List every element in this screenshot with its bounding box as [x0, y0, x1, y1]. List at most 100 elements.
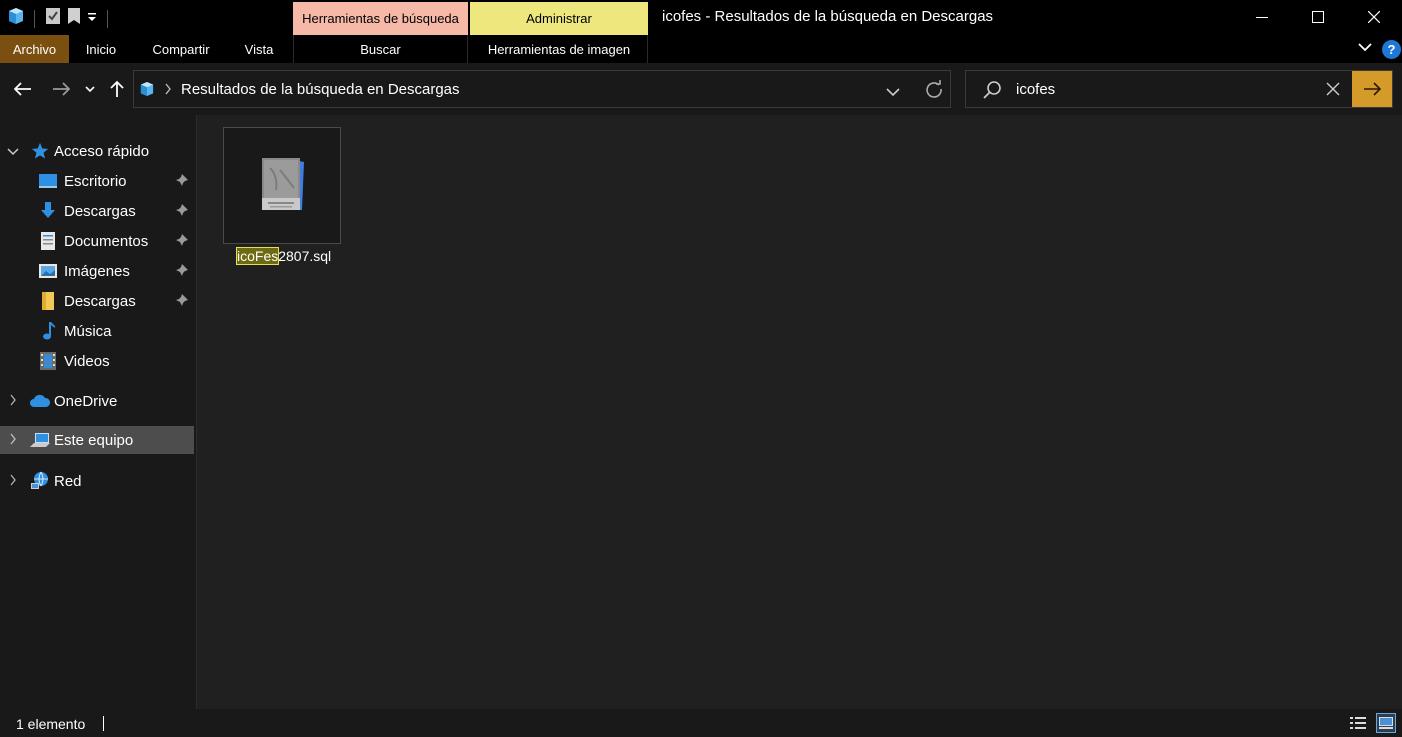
- close-icon: [1368, 10, 1380, 23]
- tab-home[interactable]: Inicio: [78, 35, 124, 63]
- refresh-button[interactable]: [925, 80, 943, 103]
- downloads-icon: [39, 202, 57, 220]
- breadcrumb-chevron-icon[interactable]: [164, 82, 172, 100]
- large-icons-view-button[interactable]: [1376, 713, 1396, 733]
- tab-share[interactable]: Compartir: [143, 35, 219, 63]
- pin-icon[interactable]: [176, 203, 188, 219]
- sidebar-item-label: Videos: [64, 352, 110, 370]
- arrow-right-icon: [1364, 82, 1381, 96]
- chevron-down-icon: [85, 86, 95, 93]
- search-icon: [982, 80, 1002, 105]
- file-name-rest: 2807.sql: [278, 248, 332, 264]
- search-results-location-icon: [140, 81, 154, 102]
- sidebar-item-videos[interactable]: Videos: [0, 347, 194, 375]
- maximize-icon: [1312, 10, 1324, 23]
- manage-context-tab[interactable]: Administrar: [470, 2, 648, 35]
- sql-file-icon: [258, 156, 308, 219]
- details-view-button[interactable]: [1348, 713, 1368, 733]
- chevron-down-icon: [886, 88, 900, 97]
- sidebar-item-label: Descargas: [64, 292, 136, 310]
- sidebar-item-label: Música: [64, 322, 112, 340]
- chevron-right-icon[interactable]: [6, 432, 20, 448]
- window-title: icofes - Resultados de la búsqueda en De…: [662, 8, 994, 25]
- status-divider: [103, 716, 104, 731]
- search-box[interactable]: icofes: [965, 70, 1393, 108]
- sidebar-item-onedrive[interactable]: OneDrive: [0, 387, 194, 415]
- help-button[interactable]: ?: [1382, 40, 1401, 59]
- search-input[interactable]: icofes: [1016, 81, 1055, 98]
- close-icon: [1326, 82, 1340, 96]
- desktop-icon: [39, 172, 57, 190]
- pictures-icon: [39, 262, 57, 280]
- properties-icon[interactable]: [45, 7, 61, 30]
- breadcrumb-location[interactable]: Resultados de la búsqueda en Descargas: [181, 81, 460, 98]
- cloud-icon: [29, 392, 51, 410]
- chevron-down-icon[interactable]: [6, 143, 20, 159]
- pin-icon[interactable]: [176, 293, 188, 309]
- customize-toolbar-icon[interactable]: [87, 10, 97, 28]
- sidebar-item-quick-access[interactable]: Acceso rápido: [0, 137, 194, 165]
- sidebar-item-downloads-folder[interactable]: Descargas: [0, 287, 194, 315]
- large-icons-view-icon: [1379, 717, 1393, 729]
- music-icon: [39, 322, 57, 340]
- sidebar-item-this-pc[interactable]: Este equipo: [0, 426, 194, 454]
- clear-search-button[interactable]: [1326, 82, 1340, 101]
- close-button[interactable]: [1346, 0, 1402, 33]
- tab-view[interactable]: Vista: [236, 35, 282, 63]
- title-bar: Herramientas de búsqueda Administrar ico…: [0, 0, 1402, 35]
- chevron-right-icon[interactable]: [6, 473, 20, 489]
- status-bar: 1 elemento: [0, 709, 1402, 737]
- new-folder-icon[interactable]: [67, 7, 81, 30]
- maximize-button[interactable]: [1290, 0, 1346, 33]
- sidebar-item-label: Este equipo: [54, 431, 134, 449]
- file-list-area[interactable]: icoFes2807.sql: [197, 115, 1402, 709]
- item-count: 1 elemento: [16, 716, 86, 732]
- back-button[interactable]: [12, 78, 34, 100]
- navigation-pane: Acceso rápido Escritorio Descargas Docum…: [0, 115, 196, 709]
- address-bar[interactable]: Resultados de la búsqueda en Descargas: [133, 70, 951, 108]
- address-history-button[interactable]: [886, 84, 900, 102]
- network-icon: [29, 471, 51, 490]
- chevron-down-icon: [1358, 43, 1372, 52]
- chevron-right-icon[interactable]: [6, 393, 20, 409]
- sidebar-item-desktop[interactable]: Escritorio: [0, 167, 194, 195]
- sidebar-item-label: Escritorio: [64, 172, 127, 190]
- search-tools-context-tab[interactable]: Herramientas de búsqueda: [293, 2, 468, 35]
- sidebar-item-documents[interactable]: Documentos: [0, 227, 194, 255]
- file-item[interactable]: [223, 127, 341, 244]
- up-button[interactable]: [106, 78, 128, 100]
- arrow-left-icon: [14, 82, 31, 96]
- forward-button[interactable]: [50, 78, 72, 100]
- folder-icon: [39, 292, 57, 310]
- ribbon-tabs: Archivo Inicio Compartir Vista Buscar He…: [0, 35, 1402, 63]
- sidebar-item-music[interactable]: Música: [0, 317, 194, 345]
- computer-icon: [29, 431, 51, 449]
- documents-icon: [39, 232, 57, 250]
- explorer-app-icon: [8, 7, 24, 30]
- sidebar-item-network[interactable]: Red: [0, 467, 194, 495]
- manage-tab-group-border: [470, 35, 648, 63]
- pin-icon[interactable]: [176, 173, 188, 189]
- star-icon: [31, 142, 49, 160]
- file-name[interactable]: icoFes2807.sql: [235, 247, 332, 265]
- expand-ribbon-button[interactable]: [1358, 40, 1372, 55]
- pin-icon[interactable]: [176, 263, 188, 279]
- search-go-button[interactable]: [1352, 71, 1392, 107]
- recent-locations-button[interactable]: [82, 78, 98, 100]
- pin-icon[interactable]: [176, 233, 188, 249]
- tab-file[interactable]: Archivo: [0, 35, 69, 63]
- sidebar-item-label: Documentos: [64, 232, 149, 250]
- quick-access-toolbar: [8, 7, 112, 30]
- sidebar-item-pictures[interactable]: Imágenes: [0, 257, 194, 285]
- minimize-icon: [1256, 16, 1268, 18]
- search-match-highlight: icoFes: [235, 247, 280, 265]
- toolbar-divider: [107, 9, 108, 28]
- minimize-button[interactable]: [1234, 0, 1290, 33]
- arrow-right-icon: [53, 82, 70, 96]
- navigation-bar: Resultados de la búsqueda en Descargas i…: [0, 63, 1402, 115]
- sidebar-item-downloads[interactable]: Descargas: [0, 197, 194, 225]
- search-tab-group-border: [293, 35, 468, 63]
- sidebar-item-label: Descargas: [64, 202, 136, 220]
- sidebar-item-label: Acceso rápido: [54, 142, 150, 160]
- videos-icon: [39, 352, 57, 370]
